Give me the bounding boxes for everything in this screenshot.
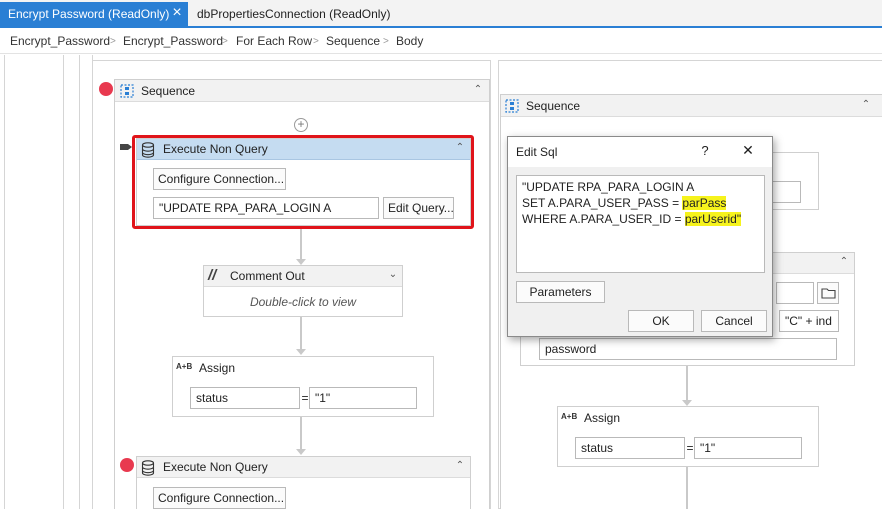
dialog-title: Edit Sql (516, 145, 558, 159)
activity-title: Execute Non Query (163, 460, 268, 474)
breadcrumb-separator-icon: > (222, 36, 228, 47)
hidden-input[interactable] (771, 181, 801, 203)
activity-title: Execute Non Query (163, 142, 268, 156)
activity-title: Assign (199, 361, 236, 375)
cancel-button[interactable]: Cancel (701, 310, 767, 332)
folder-icon (821, 288, 836, 299)
activity-header[interactable]: A+B Assign (173, 357, 433, 378)
activity-title: Comment Out (230, 269, 305, 283)
activity-header[interactable]: A+B Assign (558, 407, 818, 428)
sequence-icon (505, 99, 519, 113)
configure-connection-button[interactable]: Configure Connection... (153, 168, 286, 190)
breakpoint-icon[interactable] (99, 82, 113, 96)
close-icon[interactable]: ✕ (740, 142, 756, 159)
collapse-icon[interactable]: ⌃ (859, 99, 873, 110)
comment-icon: // (208, 267, 217, 284)
tab-close-icon[interactable]: × (168, 2, 186, 26)
sequence-header[interactable]: Sequence ⌃ (115, 80, 489, 102)
sql-input[interactable]: "UPDATE RPA_PARA_LOGIN A (153, 197, 379, 219)
sequence-title: Sequence (141, 84, 196, 98)
database-icon (141, 460, 155, 476)
equals-sign: = (301, 391, 309, 405)
activity-title: Assign (584, 411, 621, 425)
add-activity-icon[interactable]: + (294, 118, 308, 132)
expression-input[interactable]: "C" + ind (779, 310, 839, 332)
tab-bar: Encrypt Password (ReadOnly) × dbProperti… (0, 0, 882, 28)
breadcrumb: Encrypt_Password > Encrypt_Password > Fo… (0, 29, 882, 54)
breadcrumb-item[interactable]: Encrypt_Password (10, 29, 110, 54)
equals-sign: = (686, 441, 694, 455)
parameter-highlight: parPass (682, 196, 727, 210)
configure-connection-button[interactable]: Configure Connection... (153, 487, 286, 509)
assign-activity[interactable]: A+B Assign status = "1" (557, 406, 819, 467)
collapse-icon[interactable]: ⌃ (453, 460, 467, 471)
assign-icon: A+B (176, 362, 193, 371)
container-border (490, 60, 491, 509)
assign-value-input[interactable]: "1" (309, 387, 417, 409)
breadcrumb-item[interactable]: Body (396, 29, 423, 54)
path-input[interactable] (776, 282, 814, 304)
ok-button[interactable]: OK (628, 310, 694, 332)
execute-non-query-activity[interactable]: Execute Non Query ⌃ Configure Connection… (136, 138, 471, 226)
assign-activity[interactable]: A+B Assign status = "1" (172, 356, 434, 417)
container-border (63, 55, 64, 509)
sequence-icon (120, 84, 134, 98)
collapse-icon[interactable]: ⌃ (837, 256, 851, 267)
activity-header[interactable]: Execute Non Query ⌃ (137, 139, 470, 160)
comment-hint: Double-click to view (249, 295, 357, 309)
sql-editor[interactable]: "UPDATE RPA_PARA_LOGIN A SET A.PARA_USER… (516, 175, 765, 273)
container-border (4, 55, 5, 509)
assign-to-input[interactable]: status (190, 387, 300, 409)
breadcrumb-separator-icon: > (110, 36, 116, 47)
tab-db-properties-connection[interactable]: dbPropertiesConnection (ReadOnly) (189, 2, 399, 26)
parameters-button[interactable]: Parameters (516, 281, 605, 303)
comment-out-activity[interactable]: // Comment Out ⌄ Double-click to view (203, 265, 403, 317)
edit-sql-dialog[interactable]: Edit Sql ? ✕ "UPDATE RPA_PARA_LOGIN A SE… (507, 136, 773, 337)
dialog-titlebar[interactable]: Edit Sql ? ✕ (508, 137, 772, 167)
collapse-icon[interactable]: ⌃ (453, 142, 467, 153)
container-border (79, 55, 80, 509)
collapse-icon[interactable]: ⌃ (471, 84, 485, 95)
sequence-header[interactable]: Sequence ⌃ (501, 95, 882, 117)
breakpoint-icon[interactable] (120, 458, 134, 472)
sql-line: WHERE A.PARA_USER_ID = parUserid" (522, 212, 742, 226)
folder-button[interactable] (817, 282, 839, 304)
breadcrumb-separator-icon: > (383, 36, 389, 47)
breadcrumb-separator-icon: > (313, 36, 319, 47)
parameter-highlight: parUserid" (684, 212, 742, 226)
sql-line: "UPDATE RPA_PARA_LOGIN A (522, 180, 695, 194)
tab-encrypt-password[interactable]: Encrypt Password (ReadOnly) (0, 2, 188, 26)
database-icon (141, 142, 155, 158)
help-icon[interactable]: ? (698, 143, 712, 158)
breadcrumb-item[interactable]: Sequence (326, 29, 380, 54)
execute-non-query-activity[interactable]: Execute Non Query ⌃ Configure Connection… (136, 456, 471, 509)
assign-to-input[interactable]: status (575, 437, 685, 459)
sql-line: SET A.PARA_USER_PASS = parPass (522, 196, 727, 210)
edit-query-button[interactable]: Edit Query... (383, 197, 454, 219)
drag-handle-icon[interactable] (120, 141, 134, 151)
activity-header[interactable]: Execute Non Query ⌃ (137, 457, 470, 478)
breadcrumb-item[interactable]: For Each Row (236, 29, 312, 54)
assign-icon: A+B (561, 412, 578, 421)
activity-header[interactable]: // Comment Out ⌄ (204, 266, 402, 287)
container-border (92, 55, 93, 509)
sequence-title: Sequence (526, 99, 581, 113)
breadcrumb-item[interactable]: Encrypt_Password (123, 29, 223, 54)
password-input[interactable]: password (539, 338, 837, 360)
expand-icon[interactable]: ⌄ (386, 269, 400, 280)
assign-value-input[interactable]: "1" (694, 437, 802, 459)
